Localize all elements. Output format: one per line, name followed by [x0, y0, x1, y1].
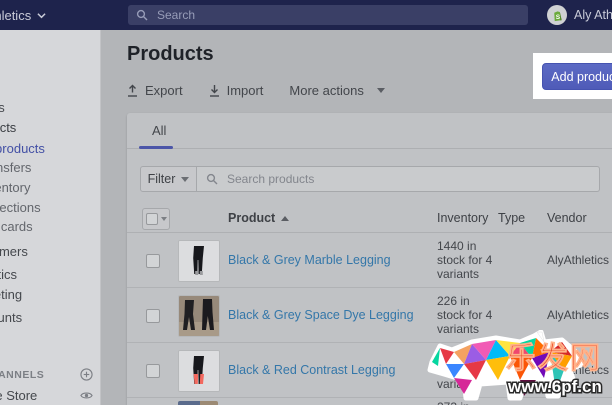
- sidebar-nav: Home Orders Products All products Transf…: [0, 30, 101, 405]
- top-bar: AlyAthletics S Aly Athletics: [0, 0, 612, 30]
- filter-row: Filter: [140, 166, 600, 192]
- sidebar-item-home[interactable]: Home: [0, 77, 101, 97]
- column-header-inventory[interactable]: Inventory: [437, 211, 488, 225]
- filter-label: Filter: [148, 172, 176, 186]
- caret-down-icon: [181, 177, 189, 182]
- inventory-cell: 226 in stock for 4 variants: [437, 294, 495, 336]
- sidebar-item-customers[interactable]: Customers: [0, 242, 101, 262]
- product-thumbnail: [178, 401, 218, 405]
- select-all-checkbox[interactable]: [146, 213, 158, 225]
- product-link[interactable]: Black & Red Contrast Legging: [228, 363, 395, 377]
- svg-text:S: S: [555, 13, 560, 20]
- sidebar-item-products[interactable]: Products: [0, 118, 101, 138]
- search-icon: [206, 173, 218, 185]
- table-row[interactable]: 273 in: [127, 398, 612, 405]
- search-icon: [136, 9, 148, 21]
- vendor-cell: AlyAthletics: [547, 253, 609, 267]
- product-link[interactable]: Black & Grey Marble Legging: [228, 253, 391, 267]
- product-search-input[interactable]: [225, 171, 569, 187]
- store-switcher[interactable]: AlyAthletics: [0, 0, 110, 30]
- export-button[interactable]: Export: [127, 83, 183, 98]
- add-product-label: Add product: [551, 70, 612, 84]
- chevron-down-icon: [37, 11, 46, 20]
- more-actions-label: More actions: [289, 83, 363, 98]
- filter-button[interactable]: Filter: [140, 166, 197, 192]
- inventory-cell: 273 in: [437, 400, 470, 405]
- table-row[interactable]: Black & Grey Marble Legging 1440 in stoc…: [127, 233, 612, 288]
- store-name: AlyAthletics: [0, 8, 31, 23]
- avatar[interactable]: S: [547, 5, 567, 25]
- global-search[interactable]: [128, 5, 528, 25]
- product-search[interactable]: [197, 166, 600, 192]
- sidebar-item-transfers[interactable]: Transfers: [0, 158, 101, 178]
- sidebar-item-discounts[interactable]: Discounts: [0, 308, 101, 328]
- column-header-vendor[interactable]: Vendor: [547, 211, 587, 225]
- import-button[interactable]: Import: [209, 83, 264, 98]
- tab-all[interactable]: All: [152, 123, 166, 138]
- table-row[interactable]: Black & Red Contrast Legging 1396 in sto…: [127, 343, 612, 398]
- export-icon: [127, 84, 138, 97]
- shopify-bag-icon: S: [551, 9, 564, 22]
- row-checkbox[interactable]: [146, 254, 160, 268]
- import-label: Import: [227, 83, 264, 98]
- product-thumbnail: [178, 350, 220, 392]
- caret-down-icon: [377, 88, 385, 93]
- caret-down-icon: [161, 217, 167, 221]
- view-store-eye-icon[interactable]: [80, 389, 93, 402]
- tab-strip: All: [127, 113, 612, 149]
- table-row[interactable]: Black & Grey Space Dye Legging 226 in st…: [127, 288, 612, 343]
- vendor-cell: AlyAthletics: [547, 363, 609, 377]
- column-header-type[interactable]: Type: [498, 211, 525, 225]
- sidebar-item-analytics[interactable]: Analytics: [0, 265, 101, 285]
- sidebar-item-gift-cards[interactable]: Gift cards: [0, 217, 101, 237]
- sidebar-item-all-products[interactable]: All products: [0, 139, 101, 159]
- import-icon: [209, 84, 220, 97]
- global-search-input[interactable]: [155, 7, 489, 23]
- shopify-admin: AlyAthletics S Aly Athletics Home: [0, 0, 612, 405]
- add-channel-icon[interactable]: [80, 368, 93, 381]
- vendor-cell: AlyAthletics: [547, 308, 609, 322]
- table-header: Product Inventory Type Vendor: [127, 205, 612, 233]
- product-thumbnail: [178, 240, 220, 282]
- product-thumbnail: [178, 295, 220, 337]
- sidebar-item-marketing[interactable]: Marketing: [0, 285, 101, 305]
- add-product-button[interactable]: Add product: [542, 63, 612, 90]
- user-menu[interactable]: Aly Athletics: [574, 0, 612, 30]
- sidebar-item-apps[interactable]: Apps: [0, 327, 101, 347]
- inventory-cell: 1396 in stock for 4 variants: [437, 349, 495, 391]
- tab-active-underline: [139, 146, 173, 149]
- select-all-dropdown[interactable]: [142, 208, 170, 230]
- sidebar-item-orders[interactable]: Orders: [0, 98, 101, 118]
- page-title: Products: [127, 43, 214, 66]
- more-actions-button[interactable]: More actions: [289, 83, 384, 98]
- page-actions: Export Import More actions: [127, 82, 411, 98]
- sort-asc-icon: [281, 216, 289, 221]
- row-checkbox[interactable]: [146, 364, 160, 378]
- products-card: All Filter: [127, 113, 612, 405]
- sidebar-item-collections[interactable]: Collections: [0, 198, 101, 218]
- export-label: Export: [145, 83, 183, 98]
- sidebar-item-inventory[interactable]: Inventory: [0, 178, 101, 198]
- product-link[interactable]: Black & Grey Space Dye Legging: [228, 308, 414, 322]
- row-checkbox[interactable]: [146, 309, 160, 323]
- column-header-product[interactable]: Product: [228, 211, 289, 225]
- inventory-cell: 1440 in stock for 4 variants: [437, 239, 495, 281]
